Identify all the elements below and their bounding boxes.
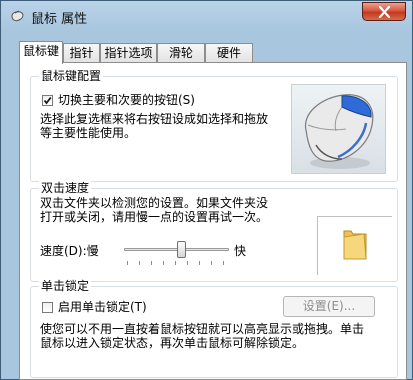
slider-tick [151,261,152,265]
test-folder-area[interactable] [317,216,392,275]
click-lock-group: 单击锁定 启用单击锁定(T) 设置(E)... 使您可以不用一直按着鼠标按钮就可… [30,279,398,378]
swap-buttons-label[interactable]: 切换主要和次要的按钮(S) [58,93,195,107]
slider-tick [175,261,176,265]
tab-pointer-options[interactable]: 指针选项 [100,43,157,62]
speed-slow-label: 速度(D):慢 [40,244,99,258]
window-title: 鼠标 属性 [31,12,88,27]
checkmark-icon [43,96,52,105]
folder-icon [343,230,367,260]
click-lock-description-line2: 鼠标以进入锁定状态，再次单击鼠标可解除锁定。 [40,336,305,350]
title-bar[interactable]: 鼠标 属性 [1,1,412,31]
click-lock-description-line1: 使您可以不用一直按着鼠标按钮就可以高亮显示或拖拽。单击 [40,322,365,336]
tab-hardware[interactable]: 硬件 [205,43,253,62]
swap-description-line2: 等主要性能使用。 [40,126,137,140]
close-icon [378,6,391,18]
double-click-group: 双击速度 双击文件夹以检测您的设置。如果文件夹没 打开或关闭，请用慢一点的设置再… [30,181,398,282]
slider-tick [163,261,164,265]
mouse-illustration [291,84,386,174]
mouse-icon [9,7,25,23]
click-lock-checkbox[interactable] [42,302,53,313]
swap-buttons-checkbox[interactable] [42,95,53,106]
double-click-description-line1: 双击文件夹以检测您的设置。如果文件夹没 [40,196,269,210]
double-click-description-line2: 打开或关闭，请用慢一点的设置再试一次。 [40,210,269,224]
slider-tick [199,261,200,265]
double-click-title: 双击速度 [39,181,92,195]
tab-wheel[interactable]: 滑轮 [157,43,205,62]
tab-buttons[interactable]: 鼠标键 [19,41,63,64]
slider-tick [223,261,224,265]
close-button[interactable] [362,2,406,21]
slider-tick [139,261,140,265]
speed-fast-label: 快 [234,244,247,258]
speed-slider-thumb[interactable] [176,241,186,258]
swap-description-line1: 选择此复选框来将右按钮设成如选择和拖放 [40,112,269,126]
tab-pointers[interactable]: 指针 [63,43,100,62]
button-config-group: 鼠标键配置 切换主要和次要的按钮(S) 选择此复选框来将右按钮设成如选择和拖放 … [30,69,398,182]
mouse-properties-window: 鼠标 属性 鼠标键 指针 指针选项 滑轮 硬件 鼠标键配置 切换主要和次要的按钮… [0,0,413,380]
click-lock-settings-button[interactable]: 设置(E)... [283,296,375,317]
slider-tick [187,261,188,265]
button-config-title: 鼠标键配置 [39,69,104,83]
slider-tick [127,261,128,265]
click-lock-label[interactable]: 启用单击锁定(T) [58,300,147,314]
click-lock-title: 单击锁定 [39,279,92,293]
slider-tick [211,261,212,265]
tab-panel: 鼠标键配置 切换主要和次要的按钮(S) 选择此复选框来将右按钮设成如选择和拖放 … [19,62,407,380]
